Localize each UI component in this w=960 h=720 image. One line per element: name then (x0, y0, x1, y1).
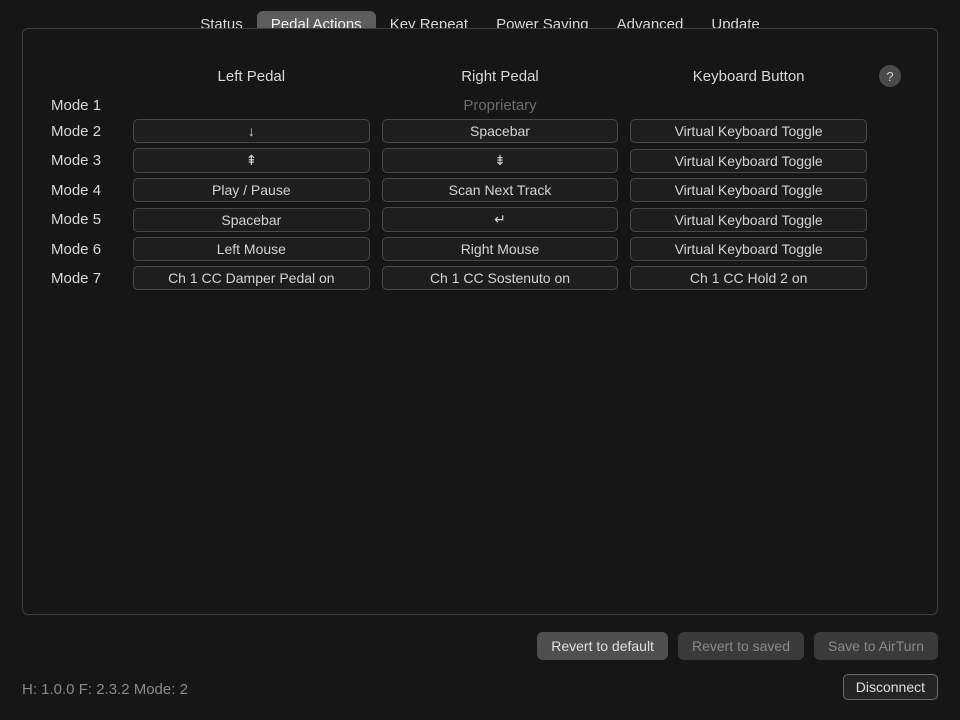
mode2-label: Mode 2 (51, 123, 121, 140)
status-line: H: 1.0.0 F: 2.3.2 Mode: 2 (22, 681, 188, 698)
actions-grid: Left Pedal Right Pedal Keyboard Button ?… (51, 65, 909, 290)
mode5-right[interactable]: ↵ (382, 207, 619, 232)
mode4-label: Mode 4 (51, 182, 121, 199)
col-header-keyboard: Keyboard Button (630, 68, 867, 85)
mode3-keyboard[interactable]: Virtual Keyboard Toggle (630, 149, 867, 173)
mode7-keyboard[interactable]: Ch 1 CC Hold 2 on (630, 266, 867, 290)
mode5-keyboard[interactable]: Virtual Keyboard Toggle (630, 208, 867, 232)
settings-panel: Left Pedal Right Pedal Keyboard Button ?… (22, 28, 938, 615)
mode5-left[interactable]: Spacebar (133, 208, 370, 232)
mode6-label: Mode 6 (51, 241, 121, 258)
mode2-right[interactable]: Spacebar (382, 119, 619, 143)
mode7-label: Mode 7 (51, 270, 121, 287)
mode6-right[interactable]: Right Mouse (382, 237, 619, 261)
mode3-right[interactable]: ⇟ (382, 148, 619, 173)
mode2-left[interactable]: ↓ (133, 119, 370, 143)
revert-default-button[interactable]: Revert to default (537, 632, 668, 660)
mode6-left[interactable]: Left Mouse (133, 237, 370, 261)
mode1-proprietary: Proprietary (133, 97, 867, 114)
mode3-left[interactable]: ⇞ (133, 148, 370, 173)
footer-buttons: Revert to default Revert to saved Save t… (537, 632, 938, 660)
mode1-label: Mode 1 (51, 97, 121, 114)
mode7-left[interactable]: Ch 1 CC Damper Pedal on (133, 266, 370, 290)
mode6-keyboard[interactable]: Virtual Keyboard Toggle (630, 237, 867, 261)
mode4-left[interactable]: Play / Pause (133, 178, 370, 202)
help-icon[interactable]: ? (879, 65, 901, 87)
revert-saved-button[interactable]: Revert to saved (678, 632, 804, 660)
col-header-left: Left Pedal (133, 68, 370, 85)
mode4-keyboard[interactable]: Virtual Keyboard Toggle (630, 178, 867, 202)
mode5-label: Mode 5 (51, 211, 121, 228)
mode2-keyboard[interactable]: Virtual Keyboard Toggle (630, 119, 867, 143)
mode4-right[interactable]: Scan Next Track (382, 178, 619, 202)
col-header-right: Right Pedal (382, 68, 619, 85)
save-button[interactable]: Save to AirTurn (814, 632, 938, 660)
mode7-right[interactable]: Ch 1 CC Sostenuto on (382, 266, 619, 290)
disconnect-button[interactable]: Disconnect (843, 674, 938, 700)
mode3-label: Mode 3 (51, 152, 121, 169)
